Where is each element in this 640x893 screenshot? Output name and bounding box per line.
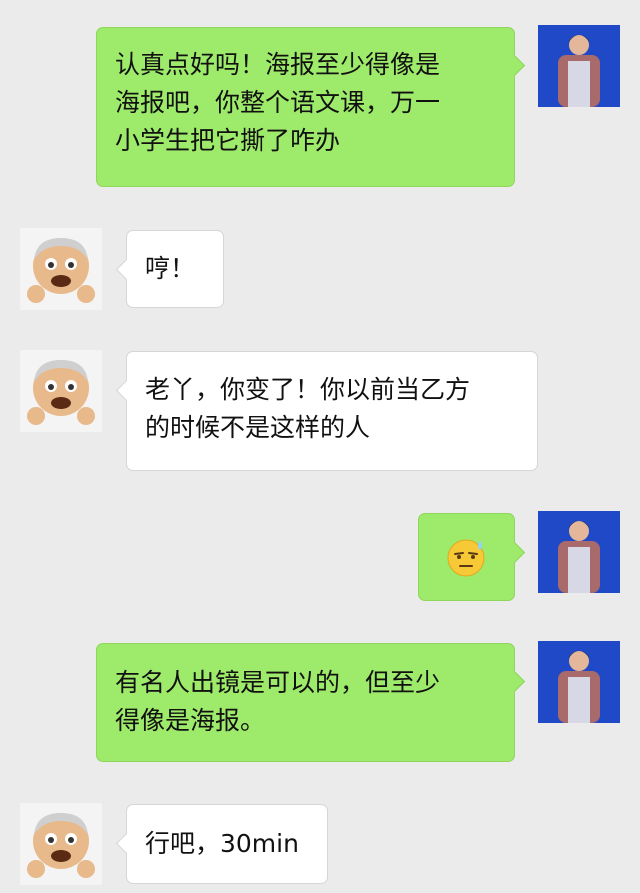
- sweat-smile-emoji-icon: [447, 539, 485, 577]
- self-avatar[interactable]: [538, 511, 620, 593]
- message-bubble-received[interactable]: 哼！: [126, 230, 224, 308]
- message-bubble-sent[interactable]: 认真点好吗！海报至少得像是 海报吧，你整个语文课，万一 小学生把它撕了咋办: [96, 27, 515, 187]
- woman-photo-icon: [538, 641, 620, 723]
- message-bubble-sent[interactable]: [418, 513, 515, 601]
- message-bubble-received[interactable]: 老丫，你变了！你以前当乙方 的时候不是这样的人: [126, 351, 538, 471]
- message-text: 认真点好吗！海报至少得像是: [115, 50, 441, 79]
- contact-avatar[interactable]: [20, 803, 102, 885]
- message-text: 海报吧，你整个语文课，万一: [115, 88, 441, 117]
- self-avatar[interactable]: [538, 25, 620, 107]
- message-text: 行吧，30min: [145, 829, 299, 858]
- old-man-face-icon: [20, 803, 102, 885]
- woman-photo-icon: [538, 25, 620, 107]
- message-text: 小学生把它撕了咋办: [115, 126, 341, 155]
- self-avatar[interactable]: [538, 641, 620, 723]
- woman-photo-icon: [538, 511, 620, 593]
- message-text: 得像是海报。: [115, 706, 266, 735]
- contact-avatar[interactable]: [20, 350, 102, 432]
- message-text: 哼！: [145, 254, 196, 283]
- message-text: 有名人出镜是可以的，但至少: [115, 668, 441, 697]
- message-text: 的时候不是这样的人: [145, 413, 371, 442]
- message-text: 老丫，你变了！你以前当乙方: [145, 375, 471, 404]
- message-bubble-sent[interactable]: 有名人出镜是可以的，但至少 得像是海报。: [96, 643, 515, 762]
- contact-avatar[interactable]: [20, 228, 102, 310]
- message-bubble-received[interactable]: 行吧，30min: [126, 804, 328, 884]
- old-man-face-icon: [20, 228, 102, 310]
- old-man-face-icon: [20, 350, 102, 432]
